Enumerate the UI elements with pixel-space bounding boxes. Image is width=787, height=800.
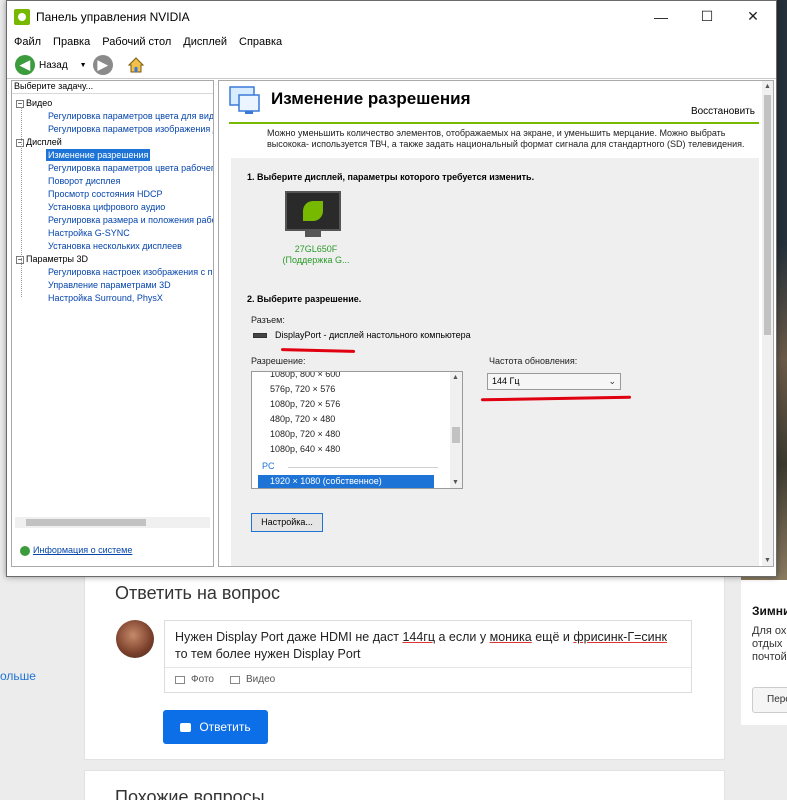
menu-display[interactable]: Дисплей [178,36,232,48]
scroll-down-icon[interactable]: ▼ [764,557,771,564]
video-button[interactable]: Видео [230,674,275,685]
chevron-down-icon: ⌄ [608,376,616,386]
sidebar-card-line: почтой [752,651,787,663]
step2-heading: 2. Выберите разрешение. [247,294,362,304]
submit-answer-button[interactable]: Ответить [163,710,268,744]
menu-desktop[interactable]: Рабочий стол [97,36,176,48]
window-title: Панель управления NVIDIA [36,9,190,24]
menu-bar: Файл Правка Рабочий стол Дисплей Справка [7,32,776,52]
header-divider [229,122,759,124]
photo-icon [175,675,185,684]
avatar [116,620,154,658]
sidebar-card-line: Для ох [752,625,787,637]
refresh-rate-label: Частота обновления: [489,356,578,366]
tree-item-gsync[interactable]: Настройка G-SYNC [48,227,130,239]
tree-item-multiple-displays[interactable]: Установка нескольких дисплеев [48,240,182,252]
step1-heading: 1. Выберите дисплей, параметры которого … [247,172,535,182]
collapse-icon[interactable]: − [16,138,24,147]
answer-text[interactable]: Нужен Display Port даже HDMI не даст 144… [175,629,675,663]
collapse-icon[interactable]: − [16,255,24,264]
forward-arrow-icon[interactable]: ▶ [92,55,113,75]
sidebar-card-line: отдых [752,638,783,650]
nvidia-app-icon [14,8,30,25]
tree-item-change-resolution[interactable]: Изменение разрешения [46,149,151,161]
list-item[interactable]: 1080p, 800 × 600 [270,372,340,379]
video-icon [230,675,240,684]
home-icon[interactable] [127,56,145,74]
tree-item-surround-physx[interactable]: Настройка Surround, PhysX [48,292,163,304]
back-arrow-icon[interactable]: ◀ [15,55,35,75]
minimize-button[interactable]: — [638,1,684,32]
refresh-rate-select[interactable]: 144 Гц ⌄ [487,373,621,390]
answer-editor[interactable]: Нужен Display Port даже HDMI не даст 144… [164,620,692,693]
tree-item-3d-image[interactable]: Регулировка настроек изображения с пр [48,266,213,278]
close-button[interactable]: ✕ [730,1,776,32]
page-title: Изменение разрешения [271,89,471,108]
menu-file[interactable]: Файл [9,36,46,48]
customize-button[interactable]: Настройка... [251,513,323,532]
left-more-link[interactable]: ольше [0,669,36,683]
tree-item-desktop-color[interactable]: Регулировка параметров цвета рабочег [48,162,213,174]
resolution-list[interactable]: 1080p, 800 × 600 576p, 720 × 576 1080p, … [251,371,463,489]
task-header: Выберите задачу... [12,81,213,94]
monitor-label[interactable]: 27GL650F (Поддержка G... [271,244,361,266]
back-button[interactable]: Назад [39,60,68,71]
reply-title: Ответить на вопрос [115,583,281,603]
tree-item-desktop-size[interactable]: Регулировка размера и положения рабо [48,214,213,226]
connector-label: Разъем: [251,315,285,325]
connector-value: DisplayPort - дисплей настольного компью… [275,330,471,340]
content-pane: Изменение разрешения Восстановить Можно … [218,80,774,567]
nvidia-control-panel-window: Панель управления NVIDIA — ☐ ✕ Файл Прав… [6,0,777,577]
restore-defaults-link[interactable]: Восстановить [691,106,755,117]
sidebar-card-title: Зимни [752,604,787,618]
list-item[interactable]: 576p, 720 × 576 [270,384,335,394]
similar-questions-title: Похожие вопросы [115,787,265,800]
tree-item-video-color[interactable]: Регулировка параметров цвета для вид [48,110,213,122]
maximize-button[interactable]: ☐ [684,1,730,32]
menu-edit[interactable]: Правка [48,36,95,48]
group-divider [288,467,438,468]
list-item[interactable]: 1080p, 720 × 576 [270,399,340,409]
list-item-selected[interactable]: 1920 × 1080 (собственное) [258,475,434,488]
tree-item-manage-3d[interactable]: Управление параметрами 3D [48,279,171,291]
tree-category-3d[interactable]: − Параметры 3D [16,253,88,265]
photo-button[interactable]: Фото [175,674,214,685]
scroll-down-icon[interactable]: ▼ [452,479,459,486]
tree-horizontal-scrollbar[interactable] [15,517,210,528]
tree-item-digital-audio[interactable]: Установка цифрового аудио [48,201,165,213]
sidebar-card-button[interactable]: Пере [752,687,787,713]
resolution-label: Разрешение: [251,356,306,366]
page-description: Можно уменьшить количество элементов, от… [267,128,745,149]
task-tree: − Видео Регулировка параметров цвета для … [12,94,213,539]
task-pane: Выберите задачу... − Видео Регулировка па… [11,80,214,567]
displayport-icon [253,333,267,338]
content-scrollbar[interactable]: ▲ ▼ [762,81,773,566]
title-bar[interactable]: Панель управления NVIDIA — ☐ ✕ [7,1,776,32]
settings-panel: 1. Выберите дисплей, параметры которого … [231,158,759,566]
menu-help[interactable]: Справка [234,36,287,48]
back-history-dropdown[interactable]: ▼ [80,62,87,69]
display-settings-icon [229,85,261,115]
tree-item-rotate-display[interactable]: Поворот дисплея [48,175,120,187]
list-item[interactable]: 1080p, 720 × 480 [270,429,340,439]
toolbar: ◀ Назад ▼ ▶ [7,52,776,79]
page-header: Изменение разрешения Восстановить [219,81,773,124]
answer-toolbar: Фото Видео [165,667,691,692]
tree-item-hdcp-status[interactable]: Просмотр состояния HDCP [48,188,162,200]
resolution-list-scrollbar[interactable]: ▲ ▼ [450,372,462,488]
scroll-up-icon[interactable]: ▲ [764,83,771,90]
info-icon [20,546,30,556]
monitor-icon[interactable] [285,191,341,239]
tree-category-display[interactable]: − Дисплей [16,136,62,148]
list-item[interactable]: 1080p, 640 × 480 [270,444,340,454]
system-info-link[interactable]: Информация о системе [20,545,132,556]
tree-item-video-image[interactable]: Регулировка параметров изображения д [48,123,213,135]
comment-icon [180,722,192,732]
tree-guide-line [21,107,22,297]
collapse-icon[interactable]: − [16,99,24,108]
list-group-header: PC [262,461,275,471]
scroll-up-icon[interactable]: ▲ [452,374,459,381]
list-item[interactable]: 480p, 720 × 480 [270,414,335,424]
